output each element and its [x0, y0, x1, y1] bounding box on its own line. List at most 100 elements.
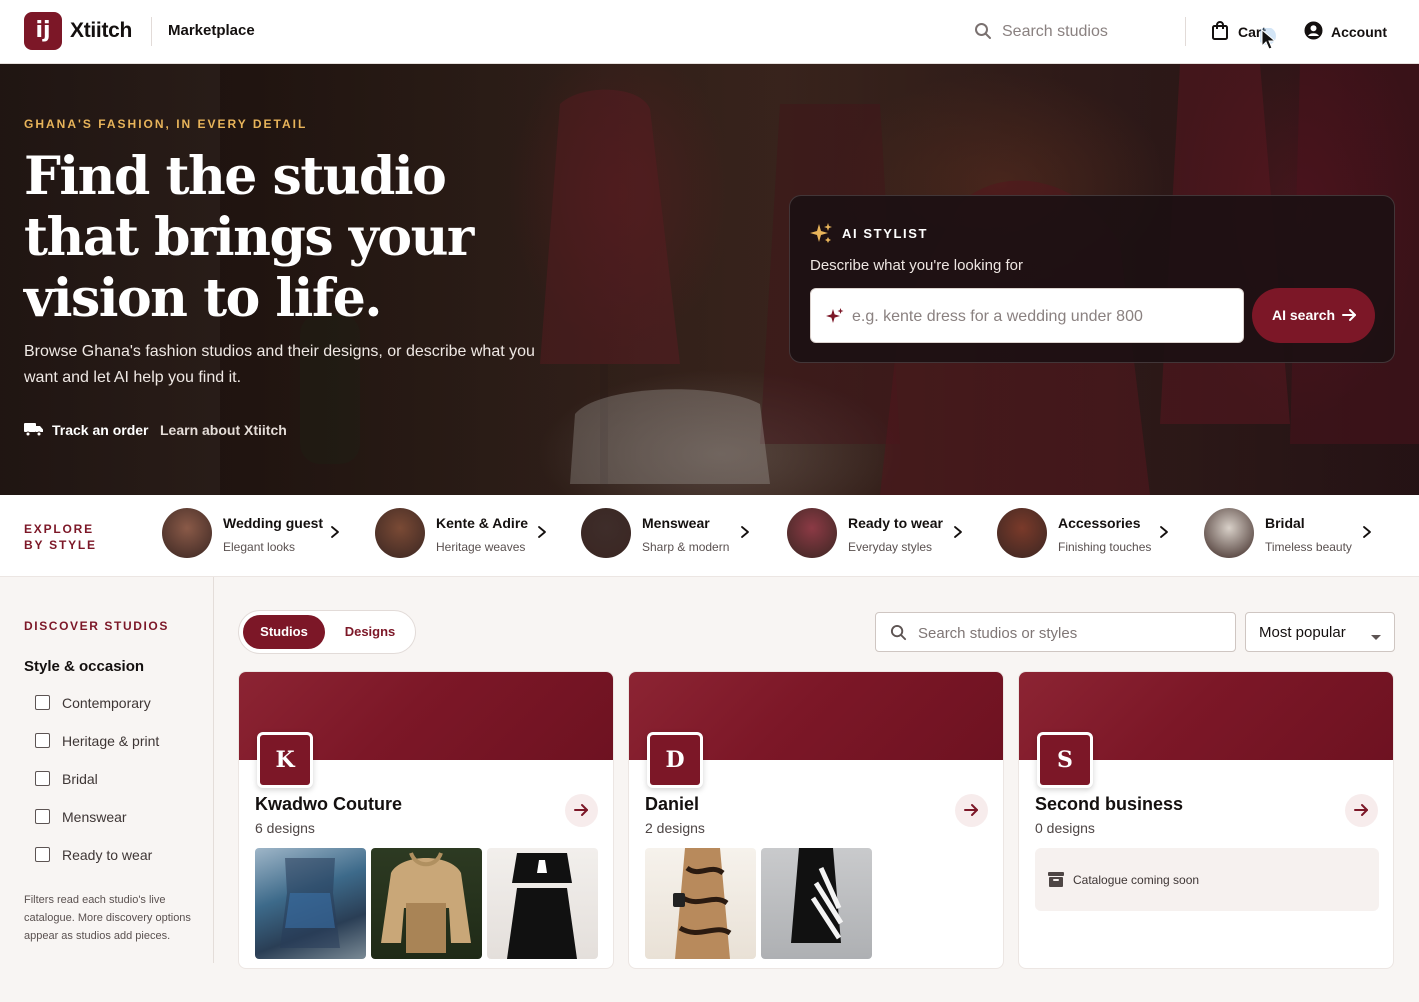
- design-image: [791, 848, 844, 943]
- sparkle-icon: [810, 222, 834, 251]
- filter-menswear[interactable]: Menswear: [35, 807, 205, 827]
- design-count: 2 designs: [645, 820, 705, 836]
- chevron-right-icon: [740, 525, 750, 544]
- style-name: Ready to wear: [848, 515, 943, 531]
- design-thumbnail[interactable]: [371, 848, 482, 959]
- filter-heading: Style & occasion: [24, 658, 145, 675]
- filter-sidebar: DISCOVER STUDIOS Style & occasion Contem…: [0, 577, 214, 963]
- hero-title-line: vision to life.: [24, 268, 382, 329]
- design-thumbnail[interactable]: [255, 848, 366, 959]
- ai-search-button-label: AI search: [1272, 307, 1336, 323]
- studio-name[interactable]: Kwadwo Couture: [255, 794, 402, 815]
- open-studio-button[interactable]: [1345, 794, 1378, 827]
- explore-title-line: BY STYLE: [24, 538, 97, 552]
- checkbox[interactable]: [35, 771, 50, 786]
- chevron-right-icon: [953, 525, 963, 544]
- studio-name[interactable]: Daniel: [645, 794, 699, 815]
- ai-search-button[interactable]: AI search: [1252, 288, 1375, 343]
- filter-bridal[interactable]: Bridal: [35, 769, 205, 789]
- shopping-bag-icon: [1211, 21, 1229, 46]
- style-description: Timeless beauty: [1265, 540, 1352, 554]
- studio-avatar: D: [647, 732, 703, 788]
- style-name: Accessories: [1058, 515, 1141, 531]
- hero-section: GHANA'S FASHION, IN EVERY DETAIL Find th…: [0, 64, 1419, 495]
- studio-avatar: K: [257, 732, 313, 788]
- top-search[interactable]: [970, 18, 1172, 46]
- chevron-right-icon: [1159, 525, 1169, 544]
- learn-about-link[interactable]: Learn about Xtiitch: [160, 422, 287, 438]
- design-image: [507, 853, 577, 959]
- style-name: Menswear: [642, 515, 710, 531]
- checkbox[interactable]: [35, 847, 50, 862]
- style-name: Wedding guest: [223, 515, 324, 531]
- open-studio-button[interactable]: [565, 794, 598, 827]
- sort-dropdown[interactable]: Most popular: [1245, 612, 1395, 652]
- design-image: [673, 848, 732, 959]
- style-thumbnail: [1204, 508, 1254, 558]
- style-name: Bridal: [1265, 515, 1305, 531]
- tab-studios[interactable]: Studios: [243, 615, 325, 649]
- style-item-bridal[interactable]: Bridal Timeless beauty: [1204, 507, 1394, 561]
- studio-name[interactable]: Second business: [1035, 794, 1183, 815]
- filter-contemporary[interactable]: Contemporary: [35, 693, 205, 713]
- design-thumbnail[interactable]: [761, 848, 872, 959]
- open-studio-button[interactable]: [955, 794, 988, 827]
- sort-value: Most popular: [1259, 624, 1346, 641]
- hero-subtitle: Browse Ghana's fashion studios and their…: [24, 343, 535, 386]
- studio-search[interactable]: [875, 612, 1236, 652]
- mouse-cursor-icon: [1258, 27, 1282, 57]
- track-order-link[interactable]: Track an order: [52, 422, 149, 438]
- studio-avatar: S: [1037, 732, 1093, 788]
- design-thumbnail[interactable]: [487, 848, 598, 959]
- style-thumbnail: [581, 508, 631, 558]
- search-input[interactable]: [1002, 21, 1172, 43]
- studio-initial: K: [275, 747, 295, 773]
- account-circle-icon: [1304, 21, 1323, 45]
- search-icon: [890, 624, 907, 646]
- checkbox[interactable]: [35, 809, 50, 824]
- arrow-right-icon: [1353, 802, 1369, 821]
- design-count: 0 designs: [1035, 820, 1095, 836]
- filter-ready-to-wear[interactable]: Ready to wear: [35, 845, 205, 865]
- studio-card-daniel[interactable]: D Daniel 2 designs: [628, 671, 1004, 969]
- explore-title-line: EXPLORE: [24, 522, 94, 536]
- logo-mark[interactable]: ij: [24, 12, 62, 50]
- style-description: Heritage weaves: [436, 540, 526, 554]
- tab-label: Studios: [260, 624, 308, 639]
- style-item-ready-to-wear[interactable]: Ready to wear Everyday styles: [787, 507, 977, 561]
- studio-search-input[interactable]: [918, 622, 1218, 644]
- filter-heritage-print[interactable]: Heritage & print: [35, 731, 205, 751]
- ai-stylist-card: AI STYLIST Describe what you're looking …: [789, 195, 1395, 363]
- style-description: Elegant looks: [223, 540, 296, 554]
- archive-box-icon: [1047, 871, 1065, 893]
- style-item-kente-adire[interactable]: Kente & Adire Heritage weaves: [375, 507, 565, 561]
- search-icon: [974, 22, 992, 45]
- style-thumbnail: [162, 508, 212, 558]
- style-item-wedding-guest[interactable]: Wedding guest Elegant looks: [162, 507, 352, 561]
- chevron-right-icon: [330, 525, 340, 544]
- studio-card-kwadwo-couture[interactable]: K Kwadwo Couture 6 designs: [238, 671, 614, 969]
- coming-soon-label: Catalogue coming soon: [1073, 873, 1200, 887]
- account-label: Account: [1331, 24, 1387, 40]
- filter-label: Ready to wear: [62, 847, 153, 863]
- ai-search-input[interactable]: [852, 306, 1232, 328]
- view-toggle: Studios Designs: [238, 610, 416, 654]
- ai-stylist-label: AI STYLIST: [842, 226, 929, 241]
- style-item-accessories[interactable]: Accessories Finishing touches: [997, 507, 1187, 561]
- hero-title-line: that brings your: [24, 207, 474, 268]
- sparkle-icon: [825, 307, 845, 332]
- ai-prompt-label: Describe what you're looking for: [810, 257, 1023, 274]
- catalogue-empty-state: Catalogue coming soon: [1035, 848, 1379, 911]
- hero-title: Find the studio that brings your vision …: [24, 146, 584, 329]
- tab-designs[interactable]: Designs: [331, 615, 409, 649]
- divider: [1185, 17, 1186, 46]
- filter-note: Filters read each studio's live catalogu…: [24, 894, 191, 942]
- checkbox[interactable]: [35, 733, 50, 748]
- checkbox[interactable]: [35, 695, 50, 710]
- logo-letter: ij: [35, 18, 51, 43]
- brand-name[interactable]: Xtiitch: [70, 19, 132, 43]
- design-thumbnail[interactable]: [645, 848, 756, 959]
- style-item-menswear[interactable]: Menswear Sharp & modern: [581, 507, 771, 561]
- ai-search-field[interactable]: [810, 288, 1244, 343]
- studio-card-second-business[interactable]: S Second business 0 designs Catalogue co…: [1018, 671, 1394, 969]
